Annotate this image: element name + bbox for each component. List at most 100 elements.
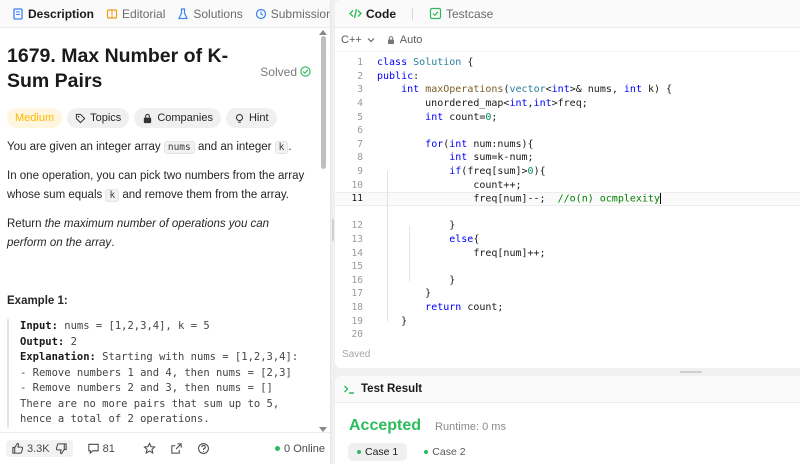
problem-tags: Medium Topics Companies Hint — [7, 108, 311, 128]
comment-icon — [87, 443, 99, 455]
code-line: 3 int maxOperations(vector<int>& nums, i… — [357, 84, 673, 96]
tab-code[interactable]: Code — [343, 0, 402, 28]
result-header[interactable]: Test Result — [335, 376, 800, 403]
left-tabbar: Description Editorial Solutions Submissi… — [0, 0, 330, 28]
code-line: 9 if(freq[sum]>0){ — [357, 166, 546, 178]
scroll-up-arrow[interactable] — [319, 30, 327, 35]
check-circle-icon — [300, 66, 311, 77]
share-icon — [171, 443, 182, 454]
online-dot — [275, 446, 281, 451]
tab-submissions[interactable]: Submissions — [249, 0, 330, 28]
description-paragraph: Return the maximum number of operations … — [7, 218, 270, 249]
code-line: 10 count++; — [351, 179, 522, 191]
tab-label: Testcase — [446, 6, 494, 21]
online-count: 0 Online — [284, 442, 325, 455]
description-footer: 3.3K 81 0 Online — [0, 432, 330, 464]
tab-label: Editorial — [122, 6, 166, 21]
code-line: 2 public: — [357, 70, 420, 82]
chevron-down-icon — [367, 37, 375, 42]
description-scrollbar[interactable] — [321, 36, 326, 169]
code-line: 14 freq[num]++; — [351, 247, 546, 259]
tab-label: Solutions — [193, 6, 243, 21]
hint-tag[interactable]: Hint — [225, 108, 277, 128]
lock-icon — [144, 113, 152, 123]
language-value: C++ — [341, 33, 362, 46]
terminal-icon — [344, 385, 354, 394]
like-count: 3.3K — [27, 442, 50, 455]
tab-label: Code — [366, 6, 396, 21]
lightbulb-icon — [235, 113, 243, 123]
solved-label: Solved — [260, 64, 297, 79]
auto-mode[interactable]: Auto — [386, 33, 423, 46]
case-tab-1[interactable]: Case 1 — [348, 443, 408, 461]
code-line: 7 for(int num:nums){ — [357, 138, 534, 150]
pass-dot — [357, 450, 361, 454]
language-select[interactable]: C++ — [341, 34, 376, 46]
editor-toolbar: C++ Auto — [335, 28, 800, 52]
code-line: 13 else{ — [351, 234, 480, 246]
companies-tag[interactable]: Companies — [134, 108, 221, 128]
description-icon — [13, 7, 23, 20]
test-result-panel: Test Result Accepted Runtime: 0 ms Case … — [335, 376, 800, 464]
code-panel: Code Testcase C++ Auto 1 class Solution {… — [335, 0, 800, 368]
code-line: 20 — [351, 329, 363, 341]
mode-value: Auto — [399, 33, 423, 46]
topics-tag[interactable]: Topics — [67, 108, 130, 128]
tag-icon — [75, 113, 86, 123]
difficulty-tag[interactable]: Medium — [7, 108, 63, 128]
tab-label: Submissions — [270, 6, 330, 21]
online-indicator: 0 Online — [275, 443, 325, 455]
case-tabs: Case 1 Case 2 — [335, 435, 800, 461]
code-editor[interactable]: 1 class Solution { 2 public: 3 int maxOper… — [335, 56, 800, 340]
star-icon — [143, 442, 156, 454]
code-line: 17 } — [351, 288, 432, 300]
tab-testcase[interactable]: Testcase — [423, 0, 499, 28]
code-line: 12 } — [351, 220, 456, 232]
verdict-label: Accepted — [349, 417, 422, 434]
pass-dot — [424, 450, 429, 454]
favorite-button[interactable] — [143, 442, 156, 455]
tab-divider — [412, 7, 413, 20]
thumbs-up-icon — [12, 442, 24, 454]
tab-label: Description — [28, 6, 95, 21]
code-tabbar: Code Testcase — [335, 0, 800, 28]
code-line: 18 return count; — [351, 301, 504, 313]
result-title: Test Result — [361, 383, 423, 395]
code-line: 4 unordered_map<int,int>freq; — [357, 98, 588, 110]
thumbs-down-icon — [55, 443, 67, 455]
checkbox-icon — [429, 7, 442, 20]
code-line: 19 } — [351, 315, 408, 327]
solved-status: Solved — [260, 49, 311, 94]
lock-icon — [387, 35, 394, 44]
dislike-button[interactable] — [55, 442, 68, 455]
code-line: 15 — [351, 261, 363, 273]
case-tab-2[interactable]: Case 2 — [415, 443, 474, 461]
tag-label: Topics — [90, 112, 122, 124]
question-icon — [197, 443, 209, 454]
history-icon — [255, 8, 266, 19]
help-button[interactable] — [197, 442, 210, 455]
flask-icon — [178, 7, 189, 19]
tab-solutions[interactable]: Solutions — [171, 0, 248, 28]
code-line: 1 class Solution { — [357, 57, 474, 69]
code-line: 16 } — [351, 274, 456, 286]
comments-button[interactable]: 81 — [87, 442, 115, 455]
like-button[interactable]: 3.3K — [11, 442, 50, 455]
description-panel: Description Editorial Solutions Submissi… — [0, 0, 331, 464]
inline-code: nums — [163, 141, 195, 154]
tab-editorial[interactable]: Editorial — [100, 0, 171, 28]
code-icon — [349, 8, 362, 19]
example-block: Input: nums = [1,2,3,4], k = 5 Output: 2… — [7, 319, 311, 428]
comment-count: 81 — [102, 442, 115, 455]
vote-group: 3.3K — [6, 440, 73, 457]
saved-status: Saved — [342, 349, 371, 360]
text-cursor — [659, 192, 661, 204]
horizontal-splitter[interactable] — [335, 368, 800, 376]
code-line: 6 — [357, 125, 363, 137]
problem-description: You are given an integer array nums and … — [7, 138, 311, 253]
share-button[interactable] — [170, 442, 183, 455]
tab-description[interactable]: Description — [6, 0, 100, 28]
code-line: 5 int count=0; — [357, 111, 498, 123]
problem-title[interactable]: 1679. Max Number of K-Sum Pairs — [7, 44, 242, 94]
runtime-label: Runtime: 0 ms — [435, 421, 506, 433]
